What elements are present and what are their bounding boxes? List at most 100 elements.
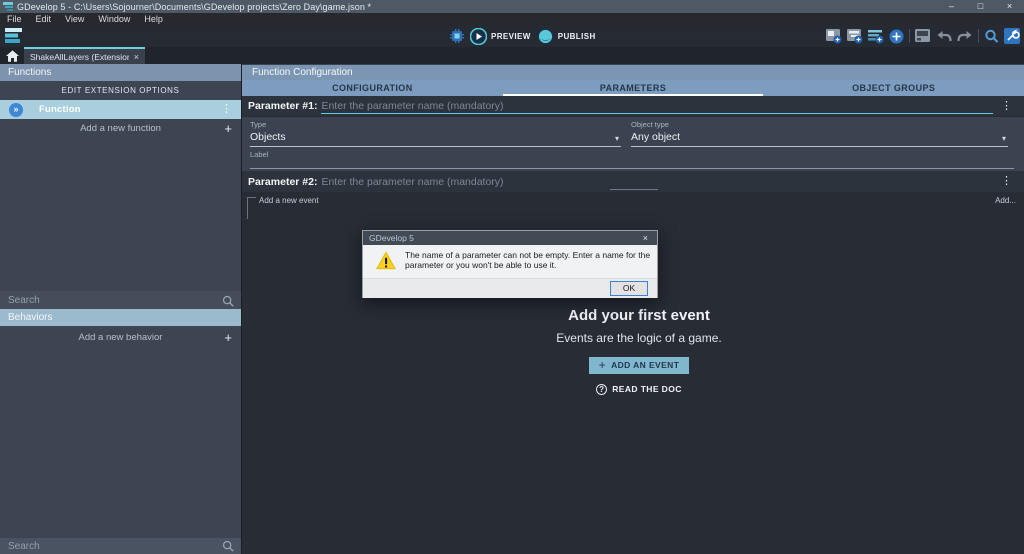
configuration-tabs: CONFIGURATION PARAMETERS OBJECT GROUPS	[242, 80, 1024, 96]
empty-state-title: Add your first event	[568, 307, 710, 324]
add-function-label: Add a new function	[80, 122, 161, 134]
play-icon	[470, 27, 487, 45]
menu-file[interactable]: File	[0, 13, 29, 25]
home-icon	[5, 49, 19, 62]
close-button[interactable]: ×	[995, 0, 1024, 13]
plus-icon: +	[598, 358, 607, 372]
add-more-link[interactable]: Add...	[995, 196, 1016, 205]
function-list-item[interactable]: » Function ⋮	[0, 100, 241, 119]
tab-object-groups[interactable]: OBJECT GROUPS	[763, 80, 1024, 96]
open-project-manager-icon[interactable]	[915, 29, 931, 43]
type-label: Type	[250, 120, 267, 129]
object-type-label: Object type	[631, 120, 669, 129]
behaviors-search-input[interactable]	[0, 295, 222, 306]
preview-button[interactable]: PREVIEW	[470, 27, 531, 45]
maximize-button[interactable]: □	[966, 0, 995, 13]
publish-button[interactable]: PUBLISH	[537, 28, 596, 45]
type-value: Objects	[250, 131, 286, 143]
ok-button[interactable]: OK	[610, 281, 648, 296]
function-configuration-panel: Function Configuration CONFIGURATION PAR…	[241, 64, 1024, 554]
project-manager-button[interactable]	[5, 28, 22, 48]
type-select[interactable]: Type Objects ▾	[250, 120, 621, 147]
menu-edit[interactable]: Edit	[29, 13, 59, 25]
read-the-doc-label: READ THE DOC	[612, 384, 682, 394]
warning-icon	[376, 251, 396, 270]
chevron-down-icon: ▾	[614, 134, 619, 143]
debug-chip-icon	[450, 29, 464, 43]
publish-icon	[537, 28, 554, 44]
bottom-search	[0, 538, 241, 554]
add-new-event-link[interactable]: Add a new event	[259, 196, 319, 205]
tab-close-icon[interactable]: ×	[129, 52, 139, 62]
menubar: File Edit View Window Help	[0, 13, 1024, 25]
plus-icon: +	[224, 120, 232, 136]
parameter-2-menu-icon[interactable]: ⋮	[1001, 176, 1024, 187]
add-external-events-icon[interactable]	[847, 28, 863, 44]
undo-icon[interactable]	[936, 30, 952, 43]
tab-label: ShakeAllLayers (Extension)	[30, 51, 129, 62]
minimize-button[interactable]: –	[937, 0, 966, 13]
read-the-doc-link[interactable]: ? READ THE DOC	[596, 383, 682, 395]
dialog-close-icon[interactable]: ×	[634, 233, 657, 243]
tab-parameters[interactable]: PARAMETERS	[502, 80, 764, 96]
add-external-layout-icon[interactable]	[868, 29, 884, 44]
dialog-message: The name of a parameter can not be empty…	[405, 250, 651, 270]
empty-state-description: Events are the logic of a game.	[556, 331, 722, 345]
event-indent-bracket	[247, 197, 256, 219]
add-extension-icon[interactable]	[889, 29, 904, 44]
edit-extension-options-button[interactable]: EDIT EXTENSION OPTIONS	[0, 84, 241, 97]
parameter-2-name-input[interactable]	[321, 173, 993, 190]
functions-header: Functions	[0, 64, 241, 81]
menu-help[interactable]: Help	[137, 13, 170, 25]
add-behavior-label: Add a new behavior	[78, 331, 163, 343]
tools-icon[interactable]	[1004, 28, 1020, 44]
add-an-event-button[interactable]: + ADD AN EVENT	[588, 356, 690, 374]
toolbar-separator	[909, 29, 910, 43]
menu-view[interactable]: View	[58, 13, 91, 25]
preview-label: PREVIEW	[491, 31, 531, 41]
toolbar: PREVIEW PUBLISH	[0, 25, 1024, 47]
label-field-caption: Label	[250, 150, 269, 159]
magnifier-icon	[222, 295, 234, 307]
search-icon[interactable]	[984, 29, 999, 44]
parameter-2-input-underline	[610, 189, 658, 190]
parameter-1-name-input[interactable]	[321, 98, 993, 114]
tabbar: ShakeAllLayers (Extension) ×	[0, 47, 1024, 64]
window-title: GDevelop 5 - C:\Users\Sojourner\Document…	[17, 1, 372, 12]
publish-label: PUBLISH	[557, 31, 596, 41]
panel-title: Function Configuration	[242, 64, 1024, 80]
add-function-button[interactable]: Add a new function +	[0, 120, 241, 136]
magnifier-icon	[222, 540, 234, 552]
dialog-titlebar: GDevelop 5 ×	[363, 231, 657, 245]
add-scene-icon[interactable]	[826, 28, 842, 44]
parameter-1-label: Parameter #1:	[248, 100, 318, 112]
gdevelop-logo-icon	[3, 2, 13, 11]
behaviors-search	[0, 291, 241, 310]
redo-icon[interactable]	[957, 30, 973, 43]
parameter-1-label-field[interactable]: Label	[242, 147, 1024, 171]
object-type-value: Any object	[631, 131, 681, 143]
tab-shakealllayers[interactable]: ShakeAllLayers (Extension) ×	[24, 47, 145, 64]
gdevelop-window: GDevelop 5 - C:\Users\Sojourner\Document…	[0, 0, 1024, 554]
label-field-underline	[250, 168, 1014, 169]
chevron-down-icon: ▾	[1001, 134, 1006, 143]
plus-icon: +	[224, 329, 232, 345]
debug-button[interactable]	[450, 29, 464, 43]
home-tab[interactable]	[0, 47, 24, 64]
tab-configuration[interactable]: CONFIGURATION	[242, 80, 503, 96]
parameter-1-menu-icon[interactable]: ⋮	[1001, 100, 1024, 112]
function-options-menu-icon[interactable]: ⋮	[221, 104, 241, 115]
dialog-body: The name of a parameter can not be empty…	[363, 245, 657, 278]
object-type-select[interactable]: Object type Any object ▾	[631, 120, 1008, 147]
toolbar-separator	[978, 29, 979, 43]
parameter-2-label: Parameter #2:	[248, 175, 318, 188]
bottom-search-input[interactable]	[0, 540, 222, 552]
behaviors-header: Behaviors	[0, 309, 241, 326]
events-empty-state: Add your first event Events are the logi…	[489, 307, 789, 397]
function-icon: »	[9, 102, 23, 117]
menu-window[interactable]: Window	[91, 13, 137, 25]
window-titlebar: GDevelop 5 - C:\Users\Sojourner\Document…	[0, 0, 1024, 13]
dialog-footer: OK	[363, 278, 657, 298]
function-item-label: Function	[39, 104, 81, 115]
add-behavior-button[interactable]: Add a new behavior +	[0, 329, 241, 345]
